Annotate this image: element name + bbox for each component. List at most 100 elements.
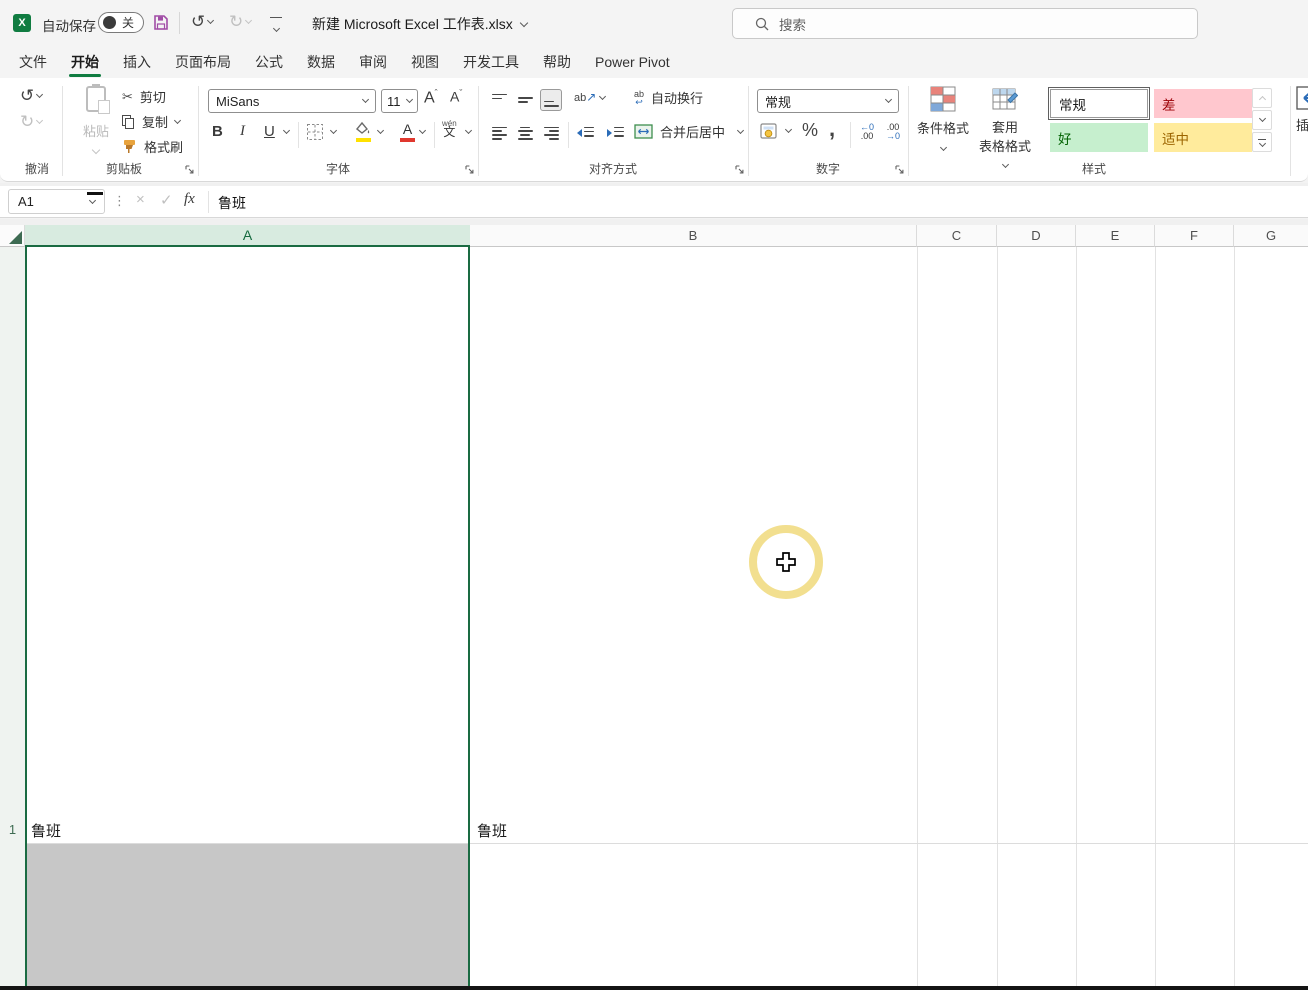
cell-style-normal[interactable]: 常规 <box>1048 87 1150 120</box>
font-color-chevron[interactable] <box>418 126 427 135</box>
cell-style-neutral[interactable]: 适中 <box>1154 123 1252 152</box>
phonetic-guide-button[interactable]: wén 文 <box>442 120 457 139</box>
accounting-chevron[interactable] <box>784 125 793 134</box>
bold-button[interactable]: B <box>212 123 223 140</box>
col-header-b[interactable]: B <box>470 225 917 247</box>
copy-button[interactable]: 复制 <box>122 112 182 131</box>
decrease-indent-button[interactable] <box>576 122 600 144</box>
merge-center-button[interactable]: 合并后居中 <box>634 122 745 141</box>
font-dialog-launcher[interactable] <box>464 162 475 174</box>
styles-gallery-more-button[interactable] <box>1252 132 1272 152</box>
cell-style-good[interactable]: 好 <box>1050 123 1148 152</box>
col-header-d[interactable]: D <box>997 225 1076 247</box>
orientation-button[interactable]: ab↗ <box>574 90 596 104</box>
tab-insert[interactable]: 插入 <box>111 46 163 78</box>
align-left-button[interactable] <box>488 122 510 144</box>
phonetic-chevron[interactable] <box>464 126 473 135</box>
tab-formulas[interactable]: 公式 <box>243 46 295 78</box>
font-size-select[interactable]: 11 <box>381 89 418 113</box>
format-painter-button[interactable]: 格式刷 <box>122 137 183 156</box>
font-family-select[interactable]: MiSans <box>208 89 376 113</box>
font-size-value: 11 <box>387 93 401 109</box>
comma-style-button[interactable]: , <box>829 116 835 142</box>
tab-home[interactable]: 开始 <box>59 46 111 78</box>
formula-bar-divider-dots[interactable]: ⋮ <box>113 193 126 209</box>
insert-function-button[interactable]: fx <box>184 191 195 208</box>
format-as-table-button[interactable]: 套用 表格格式 <box>976 86 1034 170</box>
row-header-strip[interactable] <box>0 247 25 986</box>
chevron-down-icon <box>207 16 215 25</box>
enter-button[interactable]: ✓ <box>160 191 173 209</box>
col-header-g[interactable]: G <box>1234 225 1308 247</box>
merge-center-icon <box>634 124 653 139</box>
cell-a1[interactable]: 鲁班 <box>31 820 61 841</box>
align-middle-button[interactable] <box>514 89 536 111</box>
cancel-button[interactable]: × <box>136 191 145 208</box>
increase-indent-button[interactable] <box>606 122 630 144</box>
font-color-button[interactable]: A <box>398 121 417 143</box>
cell-style-bad[interactable]: 差 <box>1154 89 1252 118</box>
orientation-chevron[interactable] <box>598 92 607 101</box>
align-center-button[interactable] <box>514 122 536 144</box>
cell-b1[interactable]: 鲁班 <box>477 820 507 841</box>
tab-view[interactable]: 视图 <box>399 46 451 78</box>
conditional-formatting-button[interactable]: 条件格式 <box>916 86 970 155</box>
fill-color-chevron[interactable] <box>376 126 385 135</box>
align-bottom-button[interactable] <box>540 89 562 111</box>
col-header-e[interactable]: E <box>1076 225 1155 247</box>
paste-button[interactable]: 粘贴 <box>76 84 116 158</box>
formula-input[interactable]: 鲁班 <box>218 193 246 213</box>
tab-power-pivot[interactable]: Power Pivot <box>583 46 682 78</box>
underline-options-chevron[interactable] <box>282 126 291 135</box>
align-top-button[interactable] <box>488 89 510 111</box>
small-divider <box>298 122 299 148</box>
borders-button[interactable] <box>306 123 324 146</box>
excel-logo-icon[interactable]: X <box>13 14 31 32</box>
alignment-dialog-launcher[interactable] <box>734 162 745 174</box>
wrap-text-button[interactable]: ab ↩ 自动换行 <box>634 88 703 107</box>
increase-decimal-button[interactable]: ←0.00 <box>856 123 878 141</box>
undo-button-titlebar[interactable]: ↺ <box>191 12 215 32</box>
name-box-resize-handle[interactable] <box>87 192 103 195</box>
percent-style-button[interactable]: % <box>802 120 818 141</box>
accounting-icon <box>760 123 777 139</box>
align-right-button[interactable] <box>540 122 562 144</box>
col-header-c[interactable]: C <box>917 225 997 247</box>
autosave-toggle[interactable]: 关 <box>98 12 144 33</box>
styles-gallery-up-button[interactable] <box>1252 88 1272 108</box>
tab-review[interactable]: 审阅 <box>347 46 399 78</box>
borders-chevron[interactable] <box>329 126 338 135</box>
customize-quick-access-icon[interactable] <box>270 17 282 36</box>
number-format-select[interactable]: 常规 <box>757 89 899 113</box>
paste-label: 粘贴 <box>82 124 109 139</box>
number-dialog-launcher[interactable] <box>894 162 905 174</box>
cell-a2-gray-fill[interactable] <box>27 844 468 986</box>
cut-button[interactable]: ✂ 剪切 <box>122 87 166 106</box>
save-icon[interactable] <box>153 14 169 36</box>
styles-gallery-down-button[interactable] <box>1252 110 1272 130</box>
tab-data[interactable]: 数据 <box>295 46 347 78</box>
row-header-1[interactable]: 1 <box>0 822 25 840</box>
shrink-font-button[interactable]: Aˇ <box>450 88 462 105</box>
tab-page-layout[interactable]: 页面布局 <box>163 46 243 78</box>
insert-cells-button[interactable]: 插 <box>1296 86 1308 134</box>
select-all-button[interactable] <box>0 225 25 247</box>
tab-help[interactable]: 帮助 <box>531 46 583 78</box>
redo-button[interactable]: ↻ <box>20 112 44 132</box>
tab-file[interactable]: 文件 <box>7 46 59 78</box>
col-header-a[interactable]: A <box>25 225 470 247</box>
document-title[interactable]: 新建 Microsoft Excel 工作表.xlsx <box>312 14 528 34</box>
fill-color-button[interactable] <box>354 121 373 143</box>
undo-button[interactable]: ↺ <box>20 86 44 106</box>
accounting-format-button[interactable] <box>760 122 780 145</box>
redo-button-titlebar[interactable]: ↻ <box>229 12 253 32</box>
search-input[interactable]: 搜索 <box>732 8 1198 39</box>
italic-button[interactable]: I <box>240 123 245 140</box>
col-header-f[interactable]: F <box>1155 225 1234 247</box>
grow-font-button[interactable]: Aˆ <box>424 88 438 107</box>
name-box[interactable]: A1 <box>8 189 105 214</box>
clipboard-dialog-launcher[interactable] <box>184 162 195 174</box>
decrease-decimal-button[interactable]: .00 →0 <box>882 123 904 141</box>
tab-developer[interactable]: 开发工具 <box>451 46 531 78</box>
underline-button[interactable]: U <box>264 123 275 140</box>
